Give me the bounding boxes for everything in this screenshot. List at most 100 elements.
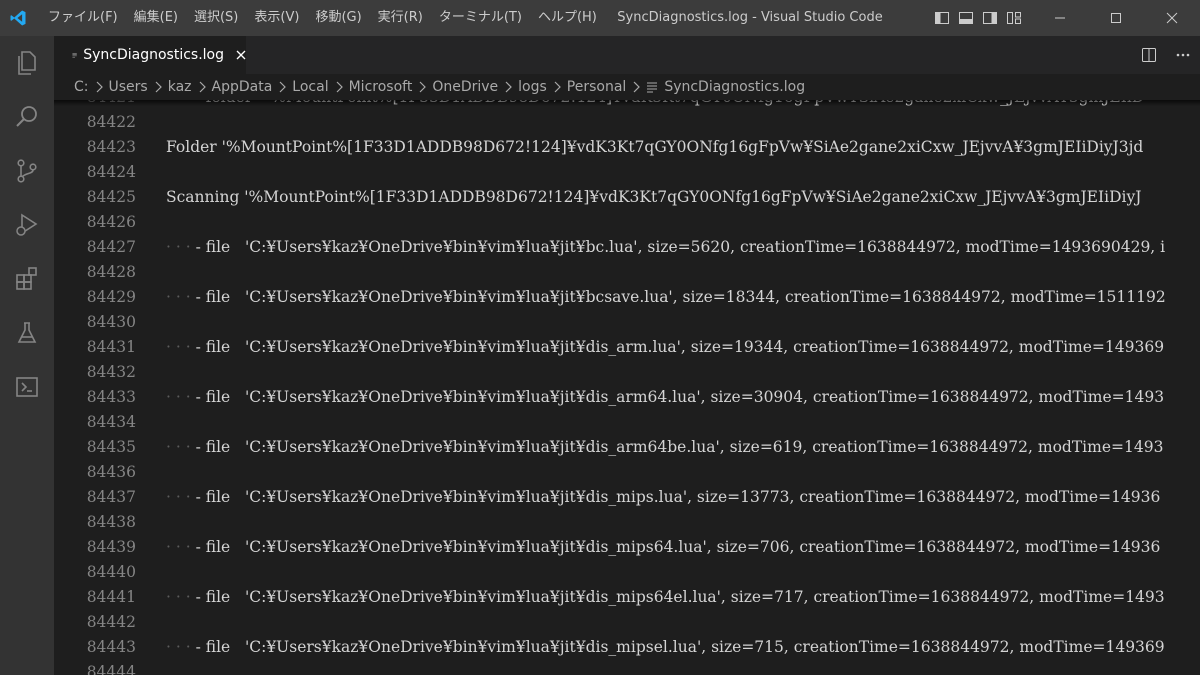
more-actions-button[interactable] [1166,36,1200,74]
sidebar-right-icon [983,12,997,24]
line-number: 84435 [86,437,136,456]
line-text: - file 'C:¥Users¥kaz¥OneDrive¥bin¥vim¥lu… [195,487,1161,506]
vscode-logo-icon [0,0,36,36]
breadcrumb-item[interactable]: C: [74,79,89,95]
minimize-button[interactable] [1032,0,1088,36]
window-controls [1032,0,1200,36]
chevron-right-icon [553,81,561,93]
breadcrumb-item[interactable]: logs [518,79,547,95]
window-title: SyncDiagnostics.log - Visual Studio Code [617,10,883,25]
activity-remote-explorer[interactable] [0,360,54,414]
line-text: - file 'C:¥Users¥kaz¥OneDrive¥bin¥vim¥lu… [195,337,1165,356]
code-line: 84428 [54,259,1200,284]
activity-source-control[interactable] [0,144,54,198]
line-number: 84436 [86,462,136,481]
panel-icon [959,12,973,24]
split-editor-button[interactable] [1132,36,1166,74]
layout-controls [930,0,1026,36]
breadcrumb-item[interactable]: kaz [168,79,192,95]
menu-selection[interactable]: 選択(S) [186,0,246,36]
chevron-right-icon [504,81,513,93]
toggle-secondary-sidebar-button[interactable] [978,0,1002,36]
line-code: Scanning '%MountPoint%[1F33D1ADDB98D672!… [166,188,1141,206]
line-number: 84432 [86,362,136,381]
menu-run[interactable]: 実行(R) [370,0,431,36]
line-number: 84426 [86,212,136,231]
line-code: · · · - file 'C:¥Users¥kaz¥OneDrive¥bin¥… [166,488,1160,506]
breadcrumb-item[interactable]: Local [292,79,328,95]
code-line: 84440 [54,559,1200,584]
text-file-icon [646,81,658,93]
tab-label: SyncDiagnostics.log [83,47,224,63]
whitespace-marker: · · · [166,237,196,256]
activity-extensions[interactable] [0,252,54,306]
line-text: - file 'C:¥Users¥kaz¥OneDrive¥bin¥vim¥lu… [195,387,1165,406]
line-code: · · · - file 'C:¥Users¥kaz¥OneDrive¥bin¥… [166,288,1166,306]
whitespace-marker: · · · [166,587,196,606]
code-line: 84427 · · · - file 'C:¥Users¥kaz¥OneDrive… [54,234,1200,259]
line-number: 84428 [86,262,136,281]
code-line: 84426 [54,209,1200,234]
line-text: - file 'C:¥Users¥kaz¥OneDrive¥bin¥vim¥lu… [195,237,1166,256]
code-line: 84425 Scanning '%MountPoint%[1F33D1ADDB98… [54,184,1200,209]
line-code: · · · - file 'C:¥Users¥kaz¥OneDrive¥bin¥… [166,238,1165,256]
line-number: 84443 [86,637,136,656]
menu-terminal[interactable]: ターミナル(T) [431,0,530,36]
menu-file[interactable]: ファイル(F) [40,0,126,36]
editor-tab-bar: SyncDiagnostics.log [54,36,1200,74]
whitespace-marker: · · · [166,487,196,506]
code-line: 84433 · · · - file 'C:¥Users¥kaz¥OneDrive… [54,384,1200,409]
close-window-button[interactable] [1144,0,1200,36]
title-bar: ファイル(F) 編集(E) 選択(S) 表示(V) 移動(G) 実行(R) ター… [0,0,1200,36]
chevron-right-icon [278,81,287,93]
explorer-icon [18,51,36,75]
line-text: - file 'C:¥Users¥kaz¥OneDrive¥bin¥vim¥lu… [195,287,1166,306]
menu-view[interactable]: 表示(V) [246,0,307,36]
whitespace-marker: · · · [166,287,196,306]
editor-area[interactable]: 84444 84443 · · · - file 'C:¥Users¥kaz¥One… [54,100,1200,675]
code-line: 84431 · · · - file 'C:¥Users¥kaz¥OneDrive… [54,334,1200,359]
activity-explorer[interactable] [0,36,54,90]
menu-go[interactable]: 移動(G) [307,0,369,36]
maximize-button[interactable] [1088,0,1144,36]
line-text: - file 'C:¥Users¥kaz¥OneDrive¥bin¥vim¥lu… [195,437,1164,456]
line-code: · · · - file 'C:¥Users¥kaz¥OneDrive¥bin¥… [166,638,1165,656]
line-number: 84438 [86,512,136,531]
line-text: Scanning '%MountPoint%[1F33D1ADDB98D672!… [166,187,1142,206]
line-number: 84429 [86,287,136,306]
close-icon [236,50,246,60]
activity-testing[interactable] [0,306,54,360]
code-line: 84441 · · · - file 'C:¥Users¥kaz¥OneDrive… [54,584,1200,609]
breadcrumb-item[interactable]: AppData [212,79,273,95]
line-code: · · · - file 'C:¥Users¥kaz¥OneDrive¥bin¥… [166,538,1160,556]
line-text: - file 'C:¥Users¥kaz¥OneDrive¥bin¥vim¥lu… [195,587,1165,606]
close-tab-button[interactable] [236,47,246,63]
activity-run-debug[interactable] [0,198,54,252]
code-line: 84443 · · · - file 'C:¥Users¥kaz¥OneDrive… [54,634,1200,659]
customize-layout-button[interactable] [1002,0,1026,36]
toggle-panel-button[interactable] [954,0,978,36]
remote-explorer-icon [16,377,38,397]
activity-search[interactable] [0,90,54,144]
menu-edit[interactable]: 編集(E) [126,0,186,36]
maximize-icon [1111,13,1121,23]
toggle-primary-sidebar-button[interactable] [930,0,954,36]
code-line: 84434 [54,409,1200,434]
code-line: 84442 [54,609,1200,634]
breadcrumb-item[interactable]: Personal [567,79,627,95]
line-code: · · · - file 'C:¥Users¥kaz¥OneDrive¥bin¥… [166,338,1164,356]
search-icon [16,106,37,127]
line-code: Folder '%MountPoint%[1F33D1ADDB98D672!12… [166,138,1143,156]
breadcrumb-item[interactable]: OneDrive [432,79,498,95]
tab-syncdiagnostics-log[interactable]: SyncDiagnostics.log [54,36,246,74]
code-line: 84436 [54,459,1200,484]
breadcrumb-item[interactable]: SyncDiagnostics.log [664,79,805,95]
source-control-icon [17,159,37,183]
code-line: 84430 [54,309,1200,334]
layout-icon [1007,12,1021,24]
code-line: 84422 [54,109,1200,134]
breadcrumb-item[interactable]: Users [109,79,148,95]
code-line: 84423 Folder '%MountPoint%[1F33D1ADDB98D6… [54,134,1200,159]
breadcrumb-item[interactable]: Microsoft [349,79,413,95]
code-line: 84437 · · · - file 'C:¥Users¥kaz¥OneDrive… [54,484,1200,509]
